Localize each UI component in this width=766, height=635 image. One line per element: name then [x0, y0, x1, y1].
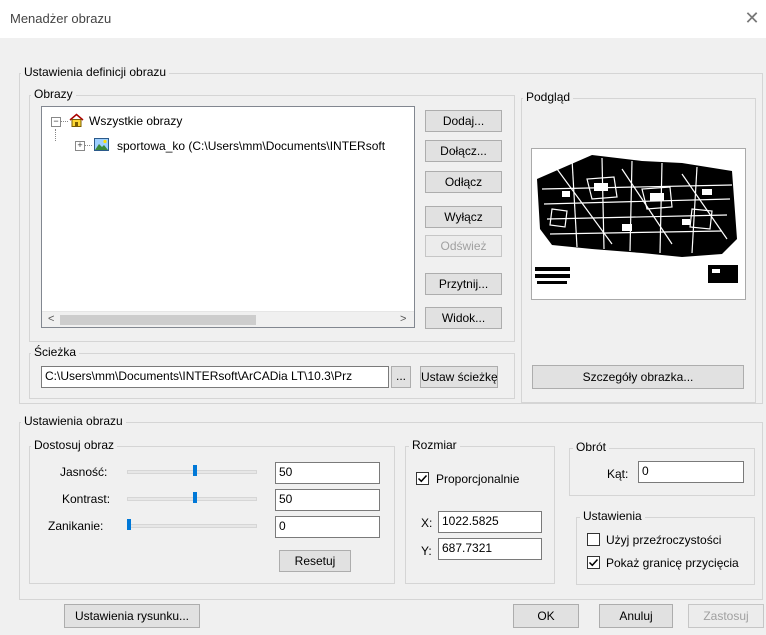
image-preview — [531, 148, 746, 300]
contrast-field[interactable]: 50 — [275, 489, 380, 511]
contrast-slider[interactable] — [122, 490, 262, 506]
images-tree[interactable]: − Wszystkie obrazy + sportowa_ko (C:\Use… — [41, 106, 415, 328]
title-bar — [0, 0, 766, 38]
apply-button[interactable]: Zastosuj — [688, 604, 764, 628]
definition-group-title: Ustawienia definicji obrazu — [21, 65, 170, 79]
slider-track — [127, 497, 257, 501]
angle-label: Kąt: — [607, 467, 629, 481]
checkmark-icon — [417, 474, 428, 483]
tree-line — [60, 121, 68, 122]
scrollbar-thumb[interactable] — [60, 315, 256, 325]
checkmark-icon — [588, 558, 599, 567]
browse-button[interactable]: ... — [391, 366, 411, 388]
size-group-title: Rozmiar — [409, 438, 460, 452]
show-clip-boundary-label: Pokaż granicę przycięcia — [606, 556, 739, 570]
path-field[interactable]: C:\Users\mm\Documents\INTERsoft\ArCADia … — [41, 366, 389, 388]
window-title: Menadżer obrazu — [10, 11, 112, 26]
y-size-field[interactable]: 687.7321 — [438, 538, 542, 560]
cancel-button[interactable]: Anuluj — [599, 604, 673, 628]
add-button[interactable]: Dodaj... — [425, 110, 502, 132]
slider-thumb[interactable] — [193, 492, 197, 503]
house-icon — [69, 113, 84, 128]
proportional-checkbox[interactable] — [416, 472, 429, 485]
slider-thumb[interactable] — [193, 465, 197, 476]
tree-child-label[interactable]: sportowa_ko (C:\Users\mm\Documents\INTER… — [117, 139, 385, 153]
slider-track — [127, 524, 257, 528]
transparency-label: Użyj przeźroczystości — [606, 533, 722, 547]
images-group-title: Obrazy — [31, 87, 76, 101]
clip-button[interactable]: Przytnij... — [425, 273, 502, 295]
rotation-group-title: Obrót — [573, 440, 610, 454]
transparency-checkbox[interactable] — [587, 533, 600, 546]
reload-button[interactable]: Odśwież — [425, 235, 502, 257]
preview-map — [532, 149, 745, 299]
expand-icon[interactable]: + — [75, 141, 85, 151]
brightness-field[interactable]: 50 — [275, 462, 380, 484]
attach-button[interactable]: Dołącz... — [425, 140, 502, 162]
preview-group-title: Podgląd — [523, 90, 574, 104]
unload-button[interactable]: Wyłącz — [425, 206, 502, 228]
fade-slider[interactable] — [122, 517, 262, 533]
display-settings-group — [576, 517, 755, 585]
y-label: Y: — [421, 544, 432, 558]
show-clip-boundary-checkbox[interactable] — [587, 556, 600, 569]
brightness-label: Jasność: — [60, 465, 108, 479]
view-button[interactable]: Widok... — [425, 307, 502, 329]
ok-button[interactable]: OK — [513, 604, 579, 628]
drawing-settings-button[interactable]: Ustawienia rysunku... — [64, 604, 200, 628]
x-size-field[interactable]: 1022.5825 — [438, 511, 542, 533]
set-path-button[interactable]: Ustaw ścieżkę — [420, 366, 498, 388]
image-icon — [94, 138, 109, 151]
proportional-label: Proporcjonalnie — [436, 472, 520, 486]
fade-field[interactable]: 0 — [275, 516, 380, 538]
fade-label: Zanikanie: — [48, 519, 104, 533]
angle-field[interactable]: 0 — [638, 461, 744, 483]
detach-button[interactable]: Odłącz — [425, 171, 502, 193]
path-group-title: Ścieżka — [31, 345, 80, 359]
horizontal-scrollbar[interactable]: < > — [42, 311, 414, 327]
contrast-label: Kontrast: — [62, 492, 111, 506]
slider-thumb[interactable] — [127, 519, 131, 530]
scroll-left-icon[interactable]: < — [48, 313, 54, 325]
scroll-right-icon[interactable]: > — [400, 313, 406, 325]
brightness-slider[interactable] — [122, 463, 262, 479]
adjust-group-title: Dostosuj obraz — [31, 438, 118, 452]
display-settings-group-title: Ustawienia — [580, 509, 645, 523]
slider-track — [127, 470, 257, 474]
image-settings-group-title: Ustawienia obrazu — [21, 414, 126, 428]
image-details-button[interactable]: Szczegóły obrazka... — [532, 365, 744, 389]
close-icon[interactable]: ✕ — [740, 6, 764, 30]
x-label: X: — [421, 516, 433, 530]
tree-line — [55, 129, 56, 141]
collapse-icon[interactable]: − — [51, 117, 61, 127]
tree-line — [84, 145, 92, 146]
tree-root-label[interactable]: Wszystkie obrazy — [89, 114, 182, 128]
reset-button[interactable]: Resetuj — [279, 550, 351, 572]
